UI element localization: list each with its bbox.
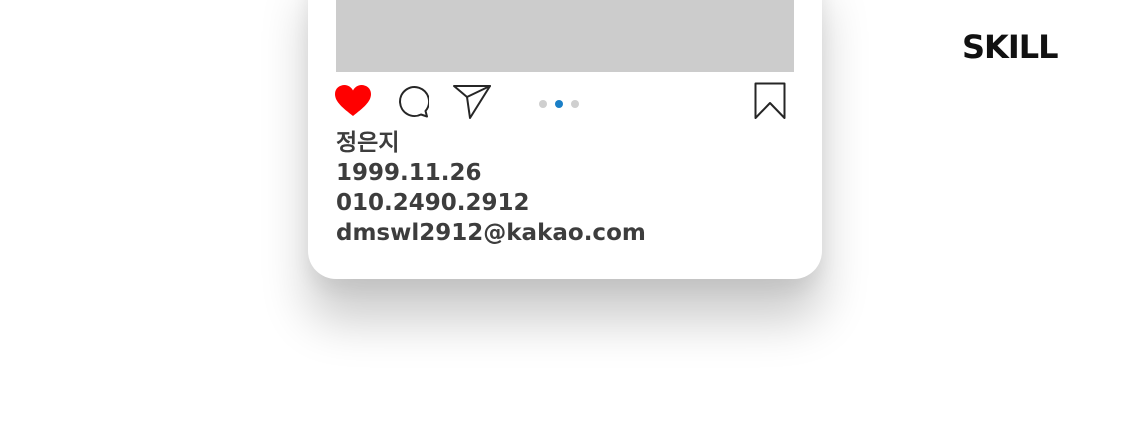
profile-info: 정은지 1999.11.26 010.2490.2912 dmswl2912@k…	[336, 128, 646, 248]
post-image-placeholder	[336, 0, 794, 72]
profile-birthdate: 1999.11.26	[336, 160, 482, 186]
carousel-dot[interactable]	[539, 99, 547, 108]
section-title: SKILL	[962, 28, 1059, 66]
profile-name: 정은지	[336, 130, 400, 156]
profile-phone: 010.2490.2912	[336, 190, 530, 216]
carousel-dot[interactable]	[571, 99, 579, 108]
paper-plane-icon[interactable]	[452, 84, 492, 120]
carousel-dot-active[interactable]	[555, 99, 563, 108]
bookmark-icon[interactable]	[754, 82, 786, 120]
profile-email: dmswl2912@kakao.com	[336, 220, 646, 246]
post-card: 정은지 1999.11.26 010.2490.2912 dmswl2912@k…	[308, 0, 822, 279]
carousel-indicator	[539, 99, 579, 108]
heart-icon[interactable]	[334, 84, 372, 118]
comment-icon[interactable]	[395, 84, 429, 118]
